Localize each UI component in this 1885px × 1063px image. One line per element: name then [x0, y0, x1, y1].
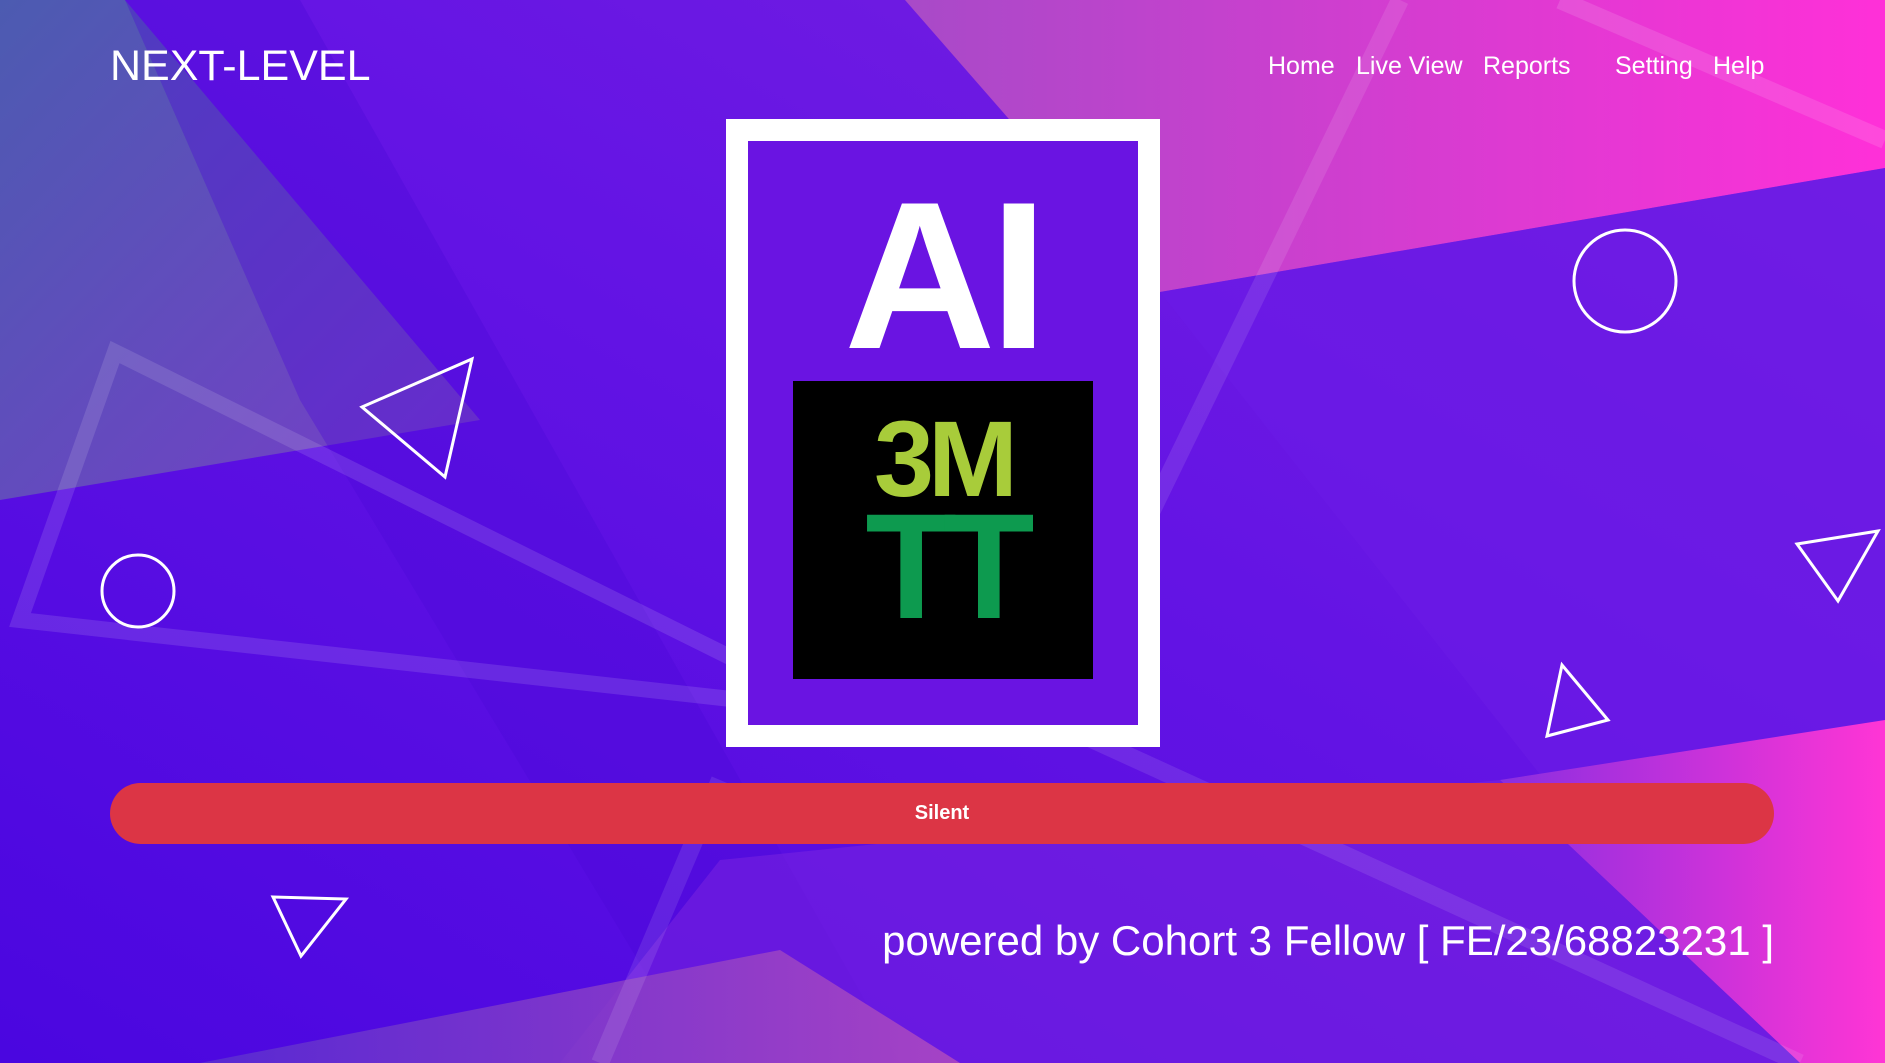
nav-help[interactable]: Help: [1713, 52, 1764, 81]
nav-home[interactable]: Home: [1268, 52, 1335, 81]
3mtt-badge: 3M TT: [793, 381, 1093, 679]
3mtt-badge-bottom: TT: [865, 482, 1034, 650]
top-nav: Home Live View Reports Setting Help: [0, 52, 1885, 92]
logo-inner-panel: AI 3M TT: [748, 141, 1138, 725]
powered-by-footer: powered by Cohort 3 Fellow [ FE/23/68823…: [882, 917, 1774, 964]
ai-logo-text: AI: [844, 158, 1048, 393]
nav-setting[interactable]: Setting: [1615, 52, 1693, 81]
nav-live-view[interactable]: Live View: [1356, 52, 1463, 81]
silent-status-button[interactable]: Silent: [110, 783, 1774, 844]
ai-3mtt-logo-frame: AI 3M TT: [726, 119, 1160, 747]
nav-reports[interactable]: Reports: [1483, 52, 1571, 81]
